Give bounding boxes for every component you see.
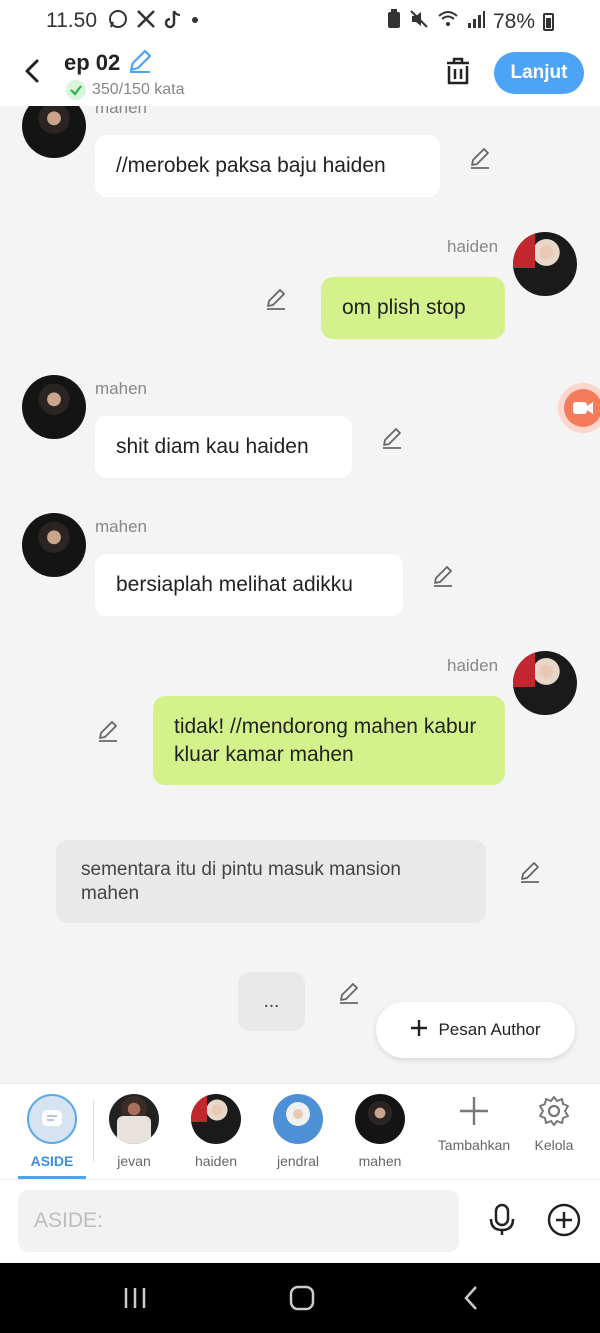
manage-button[interactable]: Kelola [524,1094,584,1153]
character-mahen[interactable]: mahen [340,1094,420,1169]
author-message-button[interactable]: Pesan Author [376,1002,575,1058]
add-character-button[interactable]: Tambahkan [434,1094,514,1153]
message-text: om plish stop [342,296,466,319]
aside-bubble[interactable]: ... [238,972,305,1031]
message-bubble[interactable]: om plish stop [321,277,505,339]
edit-message-pencil-icon[interactable] [431,564,455,588]
battery-icon [543,13,554,31]
message-text: tidak! //mendorong mahen kabur kluar kam… [174,715,477,766]
sender-name: mahen [95,379,147,398]
signal-icon [467,9,485,35]
character-label: mahen [358,1153,402,1169]
recent-apps-icon[interactable] [115,1283,155,1313]
sender-name: haiden [447,656,499,675]
video-camera-icon [573,402,593,414]
avatar-jendral [273,1094,323,1144]
sender-name: mahen [95,517,147,536]
episode-title: ep 02 [64,50,121,75]
edit-message-pencil-icon[interactable] [337,981,361,1005]
add-circle-icon[interactable] [546,1202,582,1238]
message-text: //merobek paksa baju haiden [116,154,386,177]
input-bar [0,1179,600,1263]
character-label: haiden [194,1153,238,1169]
message-input[interactable] [18,1190,459,1252]
microphone-icon[interactable] [484,1202,520,1238]
check-icon [66,80,86,100]
avatar-mahen[interactable] [22,106,86,158]
message-bubble[interactable]: tidak! //mendorong mahen kabur kluar kam… [153,696,505,785]
avatar-mahen[interactable] [22,513,86,577]
trash-icon[interactable] [444,56,472,86]
message-bubble[interactable]: //merobek paksa baju haiden [95,135,440,197]
word-count-text: 350/150 kata [92,81,185,98]
x-icon [136,9,156,35]
message-bubble[interactable]: shit diam kau haiden [95,416,352,478]
character-label: ASIDE [30,1153,74,1169]
tiktok-icon [164,9,182,35]
character-bar: ASIDE jevan haiden jendral mahen Tambahk… [0,1083,600,1179]
aside-avatar [27,1094,77,1144]
message-text: bersiaplah melihat adikku [116,573,353,596]
edit-message-pencil-icon[interactable] [518,860,542,884]
plus-icon [460,1097,488,1125]
author-message-label: Pesan Author [438,1020,541,1039]
edit-message-pencil-icon[interactable] [264,287,288,311]
avatar-haiden[interactable] [513,232,577,296]
edit-title-pencil-icon[interactable] [127,48,153,74]
avatar-haiden[interactable] [513,651,577,715]
notification-dot-icon [190,9,200,35]
plus-icon [410,1019,428,1042]
status-bar: 11.50 78% [0,0,600,42]
sender-name: haiden [447,237,499,256]
edit-message-pencil-icon[interactable] [96,719,120,743]
battery-percentage: 78% [492,10,535,33]
message-text: shit diam kau haiden [116,435,309,458]
header: ep 02 350/150 kata Lanjut [0,42,600,106]
manage-label: Kelola [534,1137,574,1153]
character-label: jevan [117,1153,151,1169]
back-nav-icon[interactable] [452,1283,492,1313]
mute-icon [409,9,429,35]
aside-bubble[interactable]: sementara itu di pintu masuk mansion mah… [56,840,486,923]
edit-message-pencil-icon[interactable] [380,426,404,450]
wifi-icon [437,9,459,35]
aside-text: ... [263,991,280,1012]
word-count: 350/150 kata [66,80,185,100]
character-label: jendral [276,1153,320,1169]
status-time: 11.50 [46,9,97,32]
message-bubble[interactable]: bersiaplah melihat adikku [95,554,403,616]
aside-text: sementara itu di pintu masuk mansion mah… [81,859,401,904]
add-label: Tambahkan [437,1137,511,1153]
avatar-mahen [355,1094,405,1144]
character-aside[interactable]: ASIDE [12,1094,92,1169]
battery-saver-icon [387,9,401,35]
back-arrow-icon[interactable] [20,56,44,86]
home-icon[interactable] [282,1283,322,1313]
edit-message-pencil-icon[interactable] [468,146,492,170]
avatar-jevan [109,1094,159,1144]
system-nav-bar [0,1263,600,1333]
next-button[interactable]: Lanjut [494,52,584,94]
character-jendral[interactable]: jendral [258,1094,338,1169]
chat-area[interactable]: mahen //merobek paksa baju haiden haiden… [0,106,600,1083]
whatsapp-icon [108,9,128,35]
record-button[interactable] [558,383,600,433]
character-jevan[interactable]: jevan [94,1094,174,1169]
avatar-mahen[interactable] [22,375,86,439]
character-haiden[interactable]: haiden [176,1094,256,1169]
chat-bubble-icon [42,1110,62,1126]
sender-name: mahen [95,106,147,117]
avatar-haiden [191,1094,241,1144]
gear-icon [539,1096,569,1126]
